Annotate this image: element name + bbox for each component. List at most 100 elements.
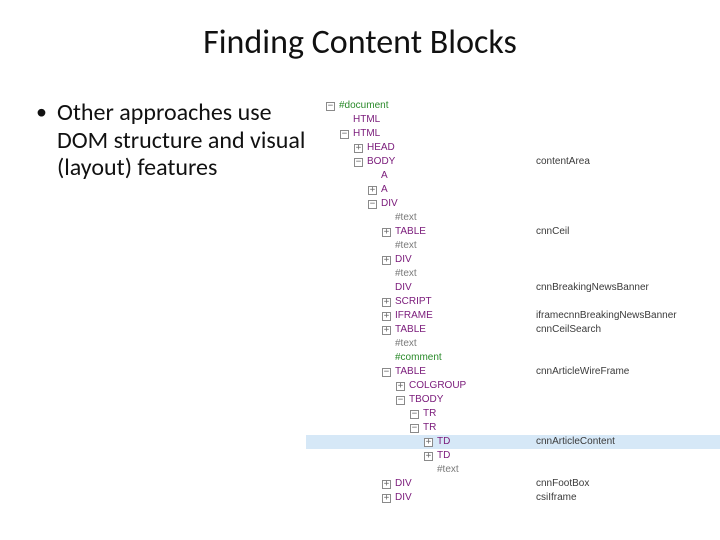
node-annotation: csiIframe [536,491,577,505]
toggle-spacer [382,284,391,293]
dom-tree-panel: −#documentHTML−HTML+HEADcontentArea−BODY… [326,99,720,505]
tree-node[interactable]: + DIV [326,477,720,491]
node-annotation: cnnCeilSearch [536,323,601,337]
toggle-spacer [382,242,391,251]
node-label: A [381,183,388,197]
node-annotation: cnnBreakingNewsBanner [536,281,649,295]
tree-node[interactable]: −TABLE [326,365,720,379]
slide-content: • Other approaches use DOM structure and… [0,73,720,505]
node-label: DIV [395,477,412,491]
tree-node[interactable]: + TD [326,449,720,463]
node-label: TABLE [395,225,426,239]
collapse-icon[interactable]: − [382,368,391,377]
tree-node[interactable]: −HTML [326,127,720,141]
node-label: SCRIPT [395,295,432,309]
node-annotation: cnnArticleContent [536,435,615,449]
toggle-spacer [368,172,377,181]
tree-node[interactable]: + TD [326,435,720,449]
toggle-spacer [382,354,391,363]
collapse-icon[interactable]: − [340,130,349,139]
node-label: BODY [367,155,395,169]
collapse-icon[interactable]: − [410,424,419,433]
collapse-icon[interactable]: − [396,396,405,405]
node-label: TABLE [395,323,426,337]
expand-icon[interactable]: + [424,452,433,461]
toggle-spacer [382,270,391,279]
node-label: #text [395,239,417,253]
tree-node[interactable]: −TR [326,421,720,435]
node-label: #document [339,99,388,113]
toggle-spacer [424,466,433,475]
node-label: IFRAME [395,309,433,323]
node-label: DIV [381,197,398,211]
toggle-spacer [382,214,391,223]
expand-icon[interactable]: + [382,326,391,335]
expand-icon[interactable]: + [382,256,391,265]
expand-icon[interactable]: + [382,312,391,321]
bullet-item: • Other approaches use DOM structure and… [36,99,326,505]
tree-node[interactable]: + TABLE [326,323,720,337]
tree-node[interactable]: + DIV [326,491,720,505]
bullet-text: Other approaches use DOM structure and v… [57,99,326,505]
node-label: TD [437,449,450,463]
node-label: #text [395,211,417,225]
node-label: TBODY [409,393,443,407]
node-label: COLGROUP [409,379,466,393]
bullet-dot: • [36,99,57,505]
node-label: #comment [395,351,442,365]
node-annotation: cnnFootBox [536,477,589,491]
node-label: DIV [395,491,412,505]
expand-icon[interactable]: + [382,298,391,307]
node-label: TABLE [395,365,426,379]
toggle-spacer [340,116,349,125]
collapse-icon[interactable]: − [410,410,419,419]
tree-node[interactable]: DIV [326,281,720,295]
collapse-icon[interactable]: − [354,158,363,167]
tree-node[interactable]: #text [326,337,720,351]
collapse-icon[interactable]: − [368,200,377,209]
node-label: TR [423,421,436,435]
tree-node[interactable]: −#document [326,99,720,113]
node-label: #text [395,267,417,281]
node-annotation: cnnArticleWireFrame [536,365,629,379]
slide-title: Finding Content Blocks [0,0,720,73]
tree-node[interactable]: + COLGROUP [326,379,720,393]
tree-node[interactable]: −TR [326,407,720,421]
tree-node[interactable]: −BODY [326,155,720,169]
tree-node[interactable]: #comment [326,351,720,365]
expand-icon[interactable]: + [368,186,377,195]
node-annotation: cnnCeil [536,225,569,239]
expand-icon[interactable]: + [354,144,363,153]
node-label: HTML [353,113,380,127]
node-label: A [381,169,388,183]
node-label: DIV [395,253,412,267]
node-label: #text [395,337,417,351]
node-label: #text [437,463,459,477]
tree-node[interactable]: + HEAD [326,141,720,155]
tree-node[interactable]: +A [326,183,720,197]
node-label: HEAD [367,141,395,155]
expand-icon[interactable]: + [382,480,391,489]
tree-node[interactable]: −DIV [326,197,720,211]
expand-icon[interactable]: + [396,382,405,391]
node-label: HTML [353,127,380,141]
toggle-spacer [382,340,391,349]
tree-node[interactable]: + SCRIPT [326,295,720,309]
node-label: TR [423,407,436,421]
node-annotation: contentArea [536,155,590,169]
tree-node[interactable]: A [326,169,720,183]
tree-node[interactable]: #text [326,239,720,253]
tree-node[interactable]: + TABLE [326,225,720,239]
tree-node[interactable]: #text [326,463,720,477]
tree-node[interactable]: −TBODY [326,393,720,407]
tree-node[interactable]: HTML [326,113,720,127]
collapse-icon[interactable]: − [326,102,335,111]
node-label: TD [437,435,450,449]
expand-icon[interactable]: + [424,438,433,447]
expand-icon[interactable]: + [382,228,391,237]
tree-node[interactable]: #text [326,211,720,225]
node-label: DIV [395,281,412,295]
expand-icon[interactable]: + [382,494,391,503]
tree-node[interactable]: + DIV [326,253,720,267]
tree-node[interactable]: #text [326,267,720,281]
